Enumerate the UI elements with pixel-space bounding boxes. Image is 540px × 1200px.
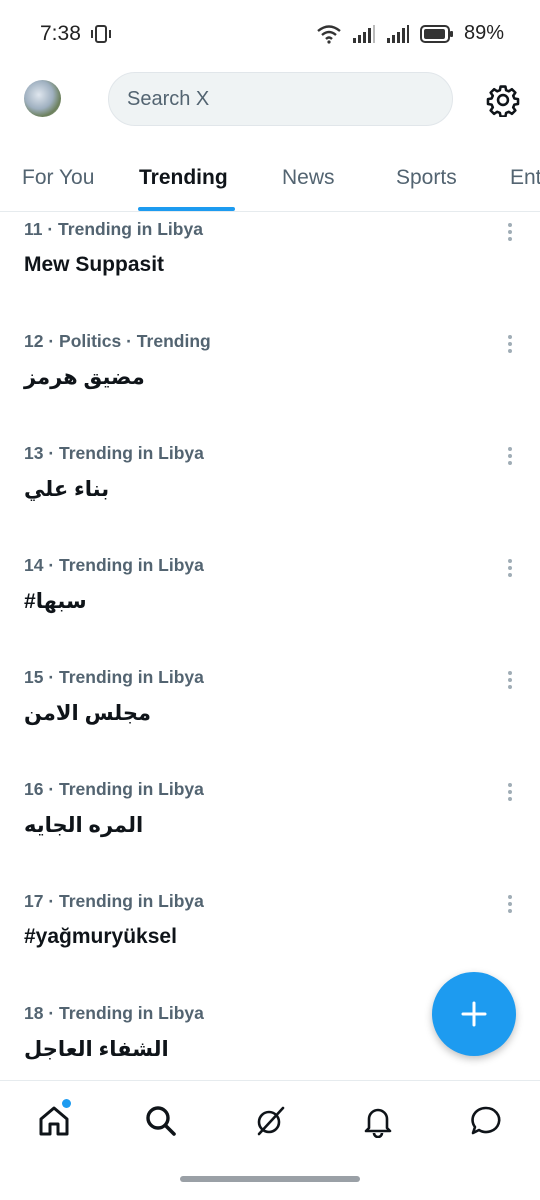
- grok-icon: [257, 1106, 285, 1136]
- trend-meta: 17 · Trending in Libya: [24, 891, 204, 911]
- nav-search[interactable]: [141, 1101, 181, 1141]
- active-tab-indicator: [138, 207, 235, 211]
- trend-title: Mew Suppasit: [24, 253, 165, 276]
- battery-percent: 89%: [463, 22, 504, 44]
- home-icon: [39, 1106, 69, 1136]
- nav-notifications[interactable]: [358, 1101, 398, 1141]
- trend-meta: 15 · Trending in Libya: [24, 667, 204, 687]
- avatar[interactable]: [24, 80, 61, 117]
- signal-icon: [352, 24, 375, 43]
- tab-entertainment[interactable]: Ent: [510, 166, 540, 190]
- more-options-icon[interactable]: [500, 781, 520, 805]
- more-options-icon[interactable]: [500, 333, 520, 357]
- gesture-bar[interactable]: [180, 1176, 360, 1182]
- status-icons: 89%: [316, 22, 504, 45]
- trend-title: مضيق هرمز: [24, 366, 145, 389]
- trend-list: 11 · Trending in Libya Mew Suppasit 12 ·…: [0, 213, 540, 1080]
- more-options-icon[interactable]: [500, 221, 520, 245]
- plus-icon: [461, 1001, 487, 1027]
- trend-title: الشفاء العاجل: [24, 1038, 169, 1061]
- wifi-icon: [317, 24, 341, 44]
- trend-title: بناء علي: [24, 478, 110, 501]
- more-options-icon[interactable]: [500, 669, 520, 693]
- trend-item-13[interactable]: 13 · Trending in Libya بناء علي: [0, 437, 540, 549]
- trend-title: #yağmuryüksel: [24, 925, 177, 948]
- more-options-icon[interactable]: [500, 557, 520, 581]
- trend-meta: 18 · Trending in Libya: [24, 1003, 204, 1023]
- trend-meta: 16 · Trending in Libya: [24, 779, 204, 799]
- trend-meta: 14 · Trending in Libya: [24, 555, 204, 575]
- trend-title: المره الجايه: [24, 814, 144, 837]
- tab-for-you[interactable]: For You: [22, 166, 94, 190]
- trend-item-14[interactable]: 14 · Trending in Libya #سبها: [0, 549, 540, 661]
- nav-grok[interactable]: [250, 1101, 290, 1141]
- more-options-icon[interactable]: [500, 893, 520, 917]
- trend-title: مجلس الامن: [24, 702, 151, 725]
- tab-sports[interactable]: Sports: [396, 166, 457, 190]
- search-input[interactable]: [109, 73, 452, 125]
- trend-item-16[interactable]: 16 · Trending in Libya المره الجايه: [0, 773, 540, 885]
- trend-item-11[interactable]: 11 · Trending in Libya Mew Suppasit: [0, 213, 540, 325]
- more-options-icon[interactable]: [500, 445, 520, 469]
- status-bar: 7:38 89%: [0, 0, 540, 66]
- trend-meta: 13 · Trending in Libya: [24, 443, 204, 463]
- vibrate-icon: [91, 25, 111, 43]
- settings-gear-icon[interactable]: [486, 83, 520, 117]
- bell-icon: [364, 1108, 392, 1138]
- trend-meta: 12 · Politics · Trending: [24, 331, 211, 351]
- messages-icon: [471, 1106, 501, 1135]
- tab-trending[interactable]: Trending: [139, 166, 228, 190]
- trend-title: #سبها: [24, 590, 87, 613]
- search-box[interactable]: [108, 72, 453, 126]
- bottom-nav: [0, 1080, 540, 1164]
- tab-bar: For You Trending News Sports Ent: [0, 150, 540, 212]
- top-header: [0, 66, 540, 136]
- trend-item-12[interactable]: 12 · Politics · Trending مضيق هرمز: [0, 325, 540, 437]
- trend-meta: 11 · Trending in Libya: [24, 219, 203, 239]
- signal-icon-2: [386, 24, 409, 43]
- status-time: 7:38: [40, 22, 81, 45]
- tab-news[interactable]: News: [282, 166, 335, 190]
- nav-messages[interactable]: [466, 1101, 506, 1141]
- trend-item-15[interactable]: 15 · Trending in Libya مجلس الامن: [0, 661, 540, 773]
- compose-button[interactable]: [432, 972, 516, 1056]
- home-notification-dot: [62, 1099, 71, 1108]
- battery-icon: [419, 24, 453, 43]
- search-icon: [146, 1106, 176, 1136]
